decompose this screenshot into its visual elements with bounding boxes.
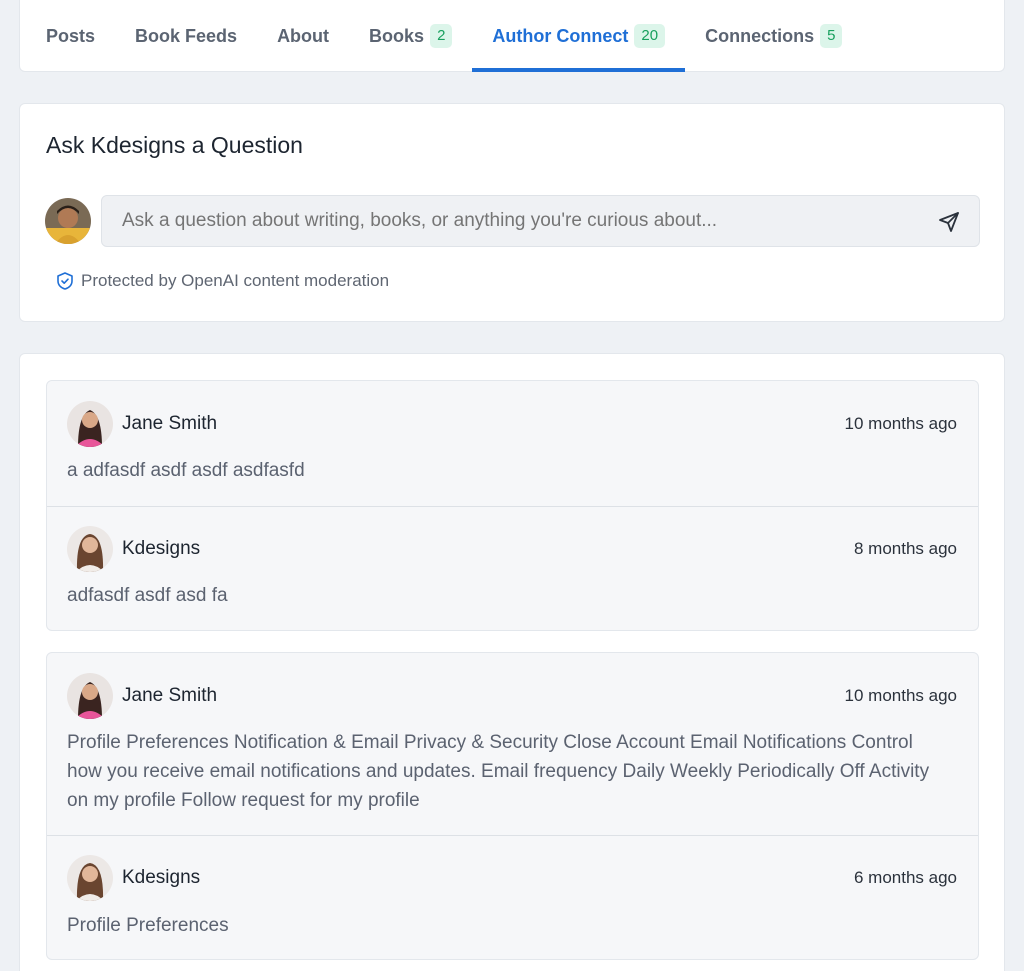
ask-question-title: Ask Kdesigns a Question: [46, 132, 303, 158]
tab-books[interactable]: Books 2: [369, 0, 453, 72]
avatar: [67, 401, 113, 447]
tab-about-label: About: [277, 25, 330, 46]
ask-question-card: Ask Kdesigns a Question Protected by Ope…: [19, 103, 1005, 322]
question-thread: Jane Smith 10 months ago a adfasdf asdf …: [46, 380, 979, 631]
question-message: Jane Smith 10 months ago a adfasdf asdf …: [47, 381, 978, 506]
author-name: Kdesigns: [122, 867, 201, 888]
tab-author-connect-count-badge: 20: [634, 24, 666, 48]
author-name: Kdesigns: [122, 538, 201, 559]
question-thread: Jane Smith 10 months ago Profile Prefere…: [46, 652, 979, 960]
message-timestamp: 10 months ago: [844, 414, 957, 433]
message-timestamp: 6 months ago: [853, 868, 957, 887]
tab-connections-label: Connections: [705, 25, 815, 46]
answer-message: Kdesigns 8 months ago adfasdf asdf asd f…: [47, 507, 978, 632]
question-message: Jane Smith 10 months ago Profile Prefere…: [47, 653, 978, 835]
message-timestamp: 10 months ago: [844, 686, 957, 705]
moderation-notice: Protected by OpenAI content moderation: [55, 271, 389, 291]
tab-list: Posts Book Feeds About Books 2 Author Con…: [46, 0, 882, 72]
tab-book-feeds[interactable]: Book Feeds: [135, 0, 237, 72]
tab-books-label: Books: [369, 25, 425, 46]
avatar: [67, 855, 113, 901]
author-name: Jane Smith: [122, 413, 218, 434]
tab-posts[interactable]: Posts: [46, 0, 95, 72]
moderation-text: Protected by OpenAI content moderation: [81, 271, 390, 290]
tab-connections[interactable]: Connections 5: [705, 0, 843, 72]
message-timestamp: 8 months ago: [853, 539, 957, 558]
tab-about[interactable]: About: [277, 0, 329, 72]
author-name: Jane Smith: [122, 685, 218, 706]
tab-author-connect-label: Author Connect: [492, 25, 629, 46]
tab-connections-count-badge: 5: [820, 24, 843, 48]
avatar: [67, 673, 113, 719]
shield-check-icon: [55, 271, 75, 291]
tab-books-count-badge: 2: [430, 24, 453, 48]
avatar: [67, 526, 113, 572]
questions-list-card: Jane Smith 10 months ago a adfasdf asdf …: [19, 353, 1005, 971]
profile-tabs-bar: Posts Book Feeds About Books 2 Author Con…: [19, 0, 1005, 72]
message-body: Profile Preferences: [67, 915, 229, 936]
question-input[interactable]: [101, 195, 980, 247]
current-user-avatar: [45, 198, 91, 244]
tab-book-feeds-label: Book Feeds: [135, 25, 238, 46]
message-body: a adfasdf asdf asdf asdfasfd: [67, 460, 305, 481]
tab-author-connect[interactable]: Author Connect 20: [472, 0, 685, 72]
send-icon[interactable]: [937, 210, 961, 234]
message-body: Profile Preferences Notification & Email…: [67, 732, 930, 811]
answer-message: Kdesigns 6 months ago Profile Preference…: [47, 836, 978, 961]
tab-posts-label: Posts: [46, 25, 96, 46]
message-body: adfasdf asdf asd fa: [67, 585, 228, 606]
